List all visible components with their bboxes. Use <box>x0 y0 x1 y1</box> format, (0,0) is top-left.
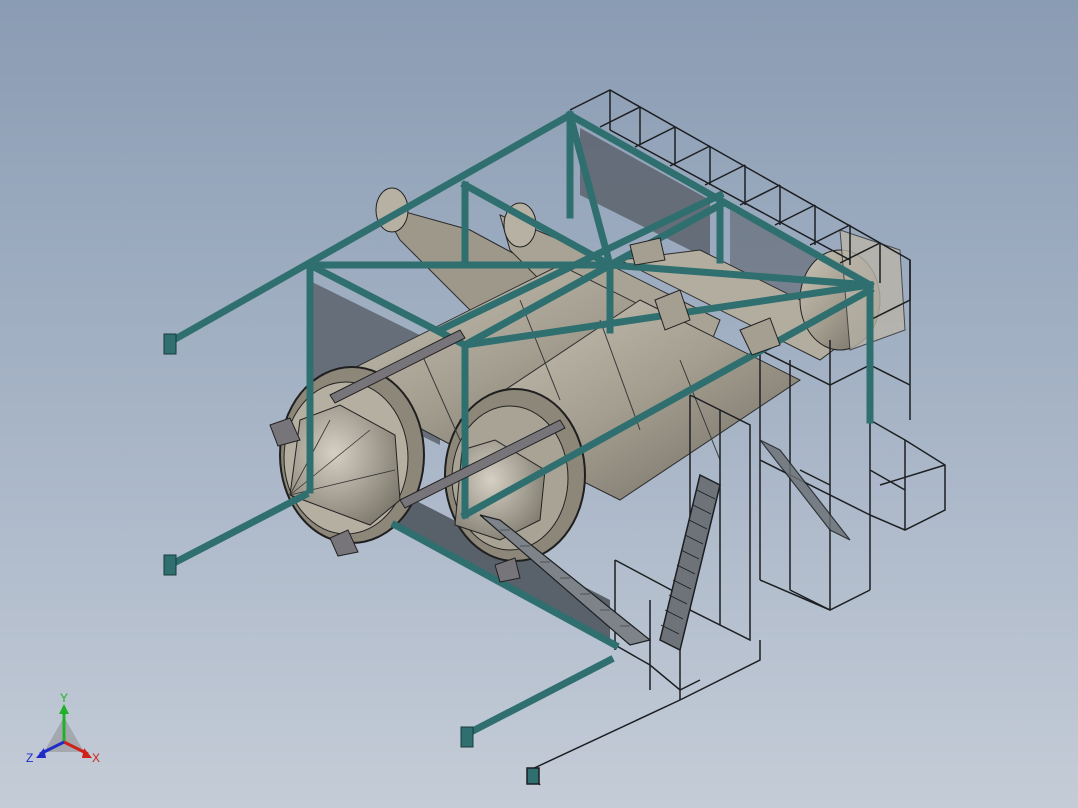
x-axis-label: X <box>92 751 100 765</box>
3d-model-view[interactable] <box>0 0 1078 808</box>
view-orientation-triad[interactable]: Y X Z <box>22 692 108 772</box>
y-axis-label: Y <box>60 692 68 705</box>
staircase <box>659 439 851 652</box>
graphics-viewport[interactable]: Y X Z <box>0 0 1078 808</box>
z-axis-arrowhead-icon <box>36 748 46 758</box>
z-axis-label: Z <box>26 751 33 765</box>
x-axis-arrowhead-icon <box>82 748 92 758</box>
y-axis-arrowhead-icon <box>59 704 69 714</box>
